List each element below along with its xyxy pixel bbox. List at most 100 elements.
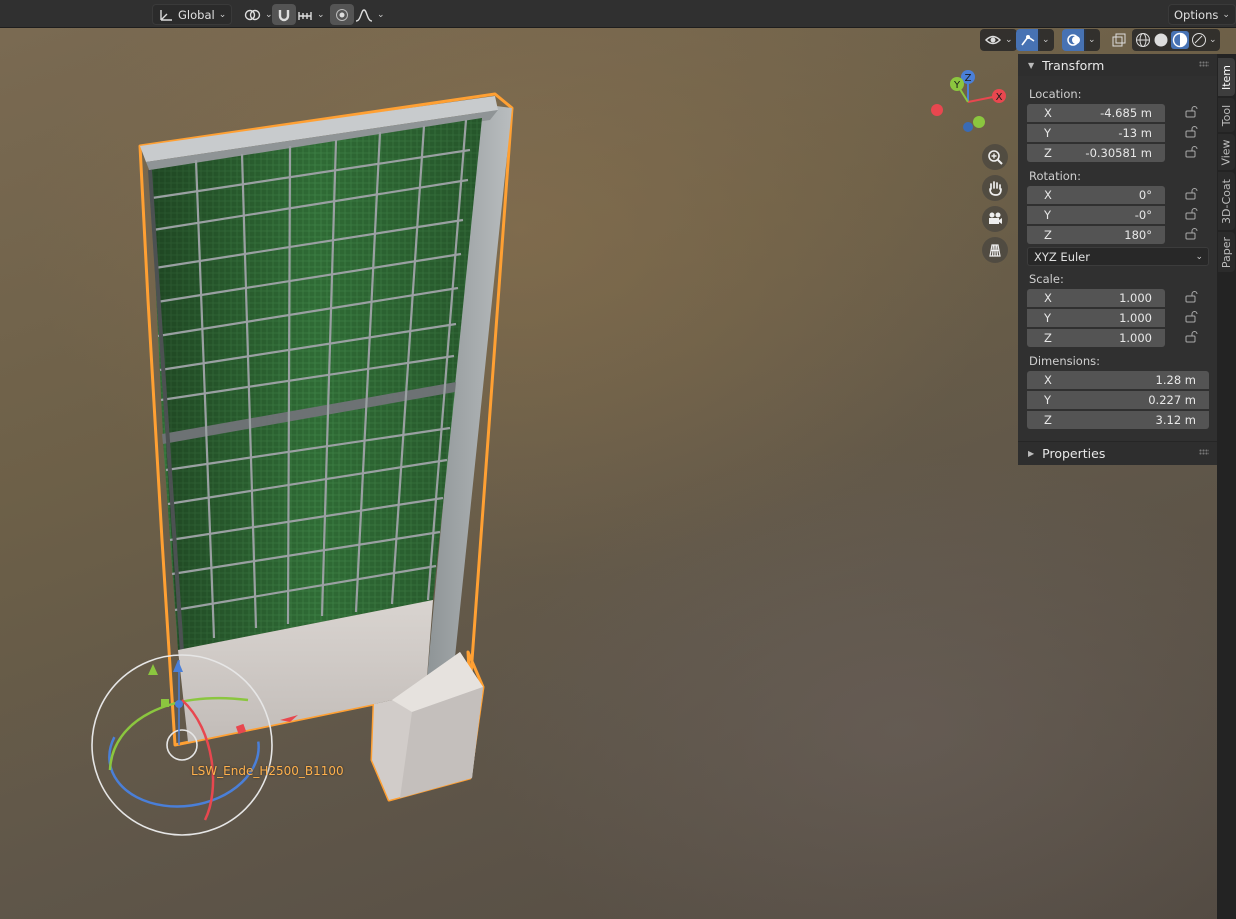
lock-icon[interactable]	[1185, 146, 1199, 161]
snap-increment-icon	[297, 8, 313, 22]
chevron-down-icon: ⌄	[1209, 35, 1217, 45]
chevron-down-icon: ⌄	[1222, 9, 1230, 20]
material-preview-shading-icon[interactable]	[1171, 31, 1189, 49]
viewport-header: Global ⌄ ⌄ ⌄ ⌄ Options ⌄	[0, 0, 1236, 28]
dimensions-y-value: 0.227 m	[1148, 393, 1196, 407]
sidebar-panel: ▼ Transform Location: X -4.685 m Y -13 m…	[1018, 54, 1217, 465]
gizmo-icon	[1020, 33, 1036, 47]
location-y-value: -13 m	[1118, 126, 1152, 140]
chevron-down-icon: ⌄	[377, 9, 385, 20]
tab-view[interactable]: View	[1218, 134, 1235, 170]
lock-icon[interactable]	[1185, 106, 1199, 121]
location-x-field[interactable]: X -4.685 m	[1027, 104, 1165, 122]
location-y-field[interactable]: Y -13 m	[1027, 124, 1165, 142]
noise-barrier-object[interactable]	[138, 92, 514, 802]
expand-triangle-icon: ▶	[1028, 449, 1035, 458]
tab-item[interactable]: Item	[1218, 58, 1235, 96]
visibility-dropdown[interactable]: ⌄	[980, 29, 1017, 51]
scale-x-field[interactable]: X 1.000	[1027, 289, 1165, 307]
gizmo-y-label: Y	[953, 80, 961, 91]
axis-label: Y	[1044, 208, 1052, 222]
axis-label: Y	[1044, 393, 1052, 407]
dimensions-z-field[interactable]: Z 3.12 m	[1027, 411, 1209, 429]
scale-z-value: 1.000	[1119, 331, 1152, 345]
chevron-down-icon: ⌄	[317, 9, 325, 20]
solid-shading-icon[interactable]	[1153, 32, 1169, 48]
orientation-axis-icon	[158, 8, 174, 22]
perspective-toggle-button[interactable]	[982, 237, 1008, 263]
location-x-value: -4.685 m	[1100, 106, 1152, 120]
axis-label: Z	[1044, 413, 1052, 427]
axis-label: Z	[1044, 228, 1052, 242]
overlay-dropdown[interactable]: ⌄	[1084, 29, 1100, 51]
location-z-field[interactable]: Z -0.30581 m	[1027, 144, 1165, 162]
scale-z-field[interactable]: Z 1.000	[1027, 329, 1165, 347]
lock-icon[interactable]	[1185, 126, 1199, 141]
axis-label: Z	[1044, 146, 1052, 160]
location-label: Location:	[1029, 87, 1082, 101]
rotation-mode-value: XYZ Euler	[1034, 249, 1090, 264]
lock-icon[interactable]	[1185, 311, 1199, 326]
chevron-down-icon: ⌄	[1195, 251, 1203, 262]
tab-paper[interactable]: Paper	[1218, 232, 1235, 272]
transform-orientation-dropdown[interactable]: Global ⌄	[152, 4, 232, 25]
gizmo-z-label: Z	[965, 73, 972, 84]
tab-paper-label: Paper	[1220, 236, 1233, 268]
tab-3d-coat[interactable]: 3D-Coat	[1218, 172, 1235, 230]
axis-label: Z	[1044, 331, 1052, 345]
properties-panel-header[interactable]: ▶ Properties	[1018, 441, 1217, 465]
options-label: Options	[1174, 7, 1219, 22]
location-z-value: -0.30581 m	[1085, 146, 1152, 160]
axis-label: X	[1044, 188, 1052, 202]
dimensions-x-field[interactable]: X 1.28 m	[1027, 371, 1209, 389]
xray-toggle[interactable]	[1108, 29, 1130, 51]
collapse-triangle-icon: ▼	[1028, 60, 1035, 70]
rotation-z-field[interactable]: Z 180°	[1027, 226, 1165, 244]
overlay-icon	[1066, 33, 1082, 47]
rotation-x-value: 0°	[1138, 188, 1152, 202]
active-object-name: LSW_Ende_H2500_B1100	[191, 764, 344, 778]
chevron-down-icon: ⌄	[1088, 35, 1096, 45]
falloff-dropdown[interactable]: ⌄	[350, 4, 390, 25]
xray-icon	[1112, 33, 1126, 47]
camera-view-button[interactable]	[982, 206, 1008, 232]
rotation-label: Rotation:	[1029, 169, 1081, 183]
pivot-icon	[243, 8, 261, 22]
lock-icon[interactable]	[1185, 331, 1199, 346]
rotation-x-field[interactable]: X 0°	[1027, 186, 1165, 204]
scale-x-value: 1.000	[1119, 291, 1152, 305]
transform-panel-header[interactable]: ▼ Transform	[1018, 54, 1217, 76]
overlay-toggle[interactable]	[1062, 29, 1086, 51]
lock-icon[interactable]	[1185, 188, 1199, 203]
dimensions-y-field[interactable]: Y 0.227 m	[1027, 391, 1209, 409]
navigation-gizmo[interactable]: Z X Y	[926, 68, 1010, 136]
scale-y-field[interactable]: Y 1.000	[1027, 309, 1165, 327]
pan-button[interactable]	[982, 175, 1008, 201]
options-dropdown[interactable]: Options ⌄	[1168, 4, 1236, 25]
lock-icon[interactable]	[1185, 228, 1199, 243]
chevron-down-icon: ⌄	[218, 9, 227, 20]
dimensions-x-value: 1.28 m	[1155, 373, 1196, 387]
rotation-mode-select[interactable]: XYZ Euler ⌄	[1027, 247, 1209, 266]
gizmo-dropdown[interactable]: ⌄	[1038, 29, 1054, 51]
rotation-z-value: 180°	[1124, 228, 1152, 242]
lock-icon[interactable]	[1185, 208, 1199, 223]
tab-tool-label: Tool	[1220, 104, 1233, 126]
tab-tool[interactable]: Tool	[1218, 98, 1235, 132]
tab-3d-coat-label: 3D-Coat	[1220, 178, 1233, 224]
snap-target-dropdown[interactable]: ⌄	[292, 4, 330, 25]
wireframe-shading-icon[interactable]	[1135, 32, 1151, 48]
chevron-down-icon: ⌄	[1042, 35, 1050, 45]
drag-grip-icon[interactable]	[1199, 61, 1209, 67]
rendered-shading-icon[interactable]	[1191, 32, 1207, 48]
shading-modes[interactable]: ⌄	[1132, 29, 1220, 51]
drag-grip-icon[interactable]	[1199, 449, 1209, 455]
lock-icon[interactable]	[1185, 291, 1199, 306]
rotation-y-field[interactable]: Y -0°	[1027, 206, 1165, 224]
zoom-button[interactable]	[982, 144, 1008, 170]
dimensions-z-value: 3.12 m	[1155, 413, 1196, 427]
magnet-icon	[277, 8, 291, 22]
camera-icon	[987, 211, 1003, 227]
proportional-editing-icon	[335, 8, 349, 22]
gizmo-toggle[interactable]	[1016, 29, 1040, 51]
